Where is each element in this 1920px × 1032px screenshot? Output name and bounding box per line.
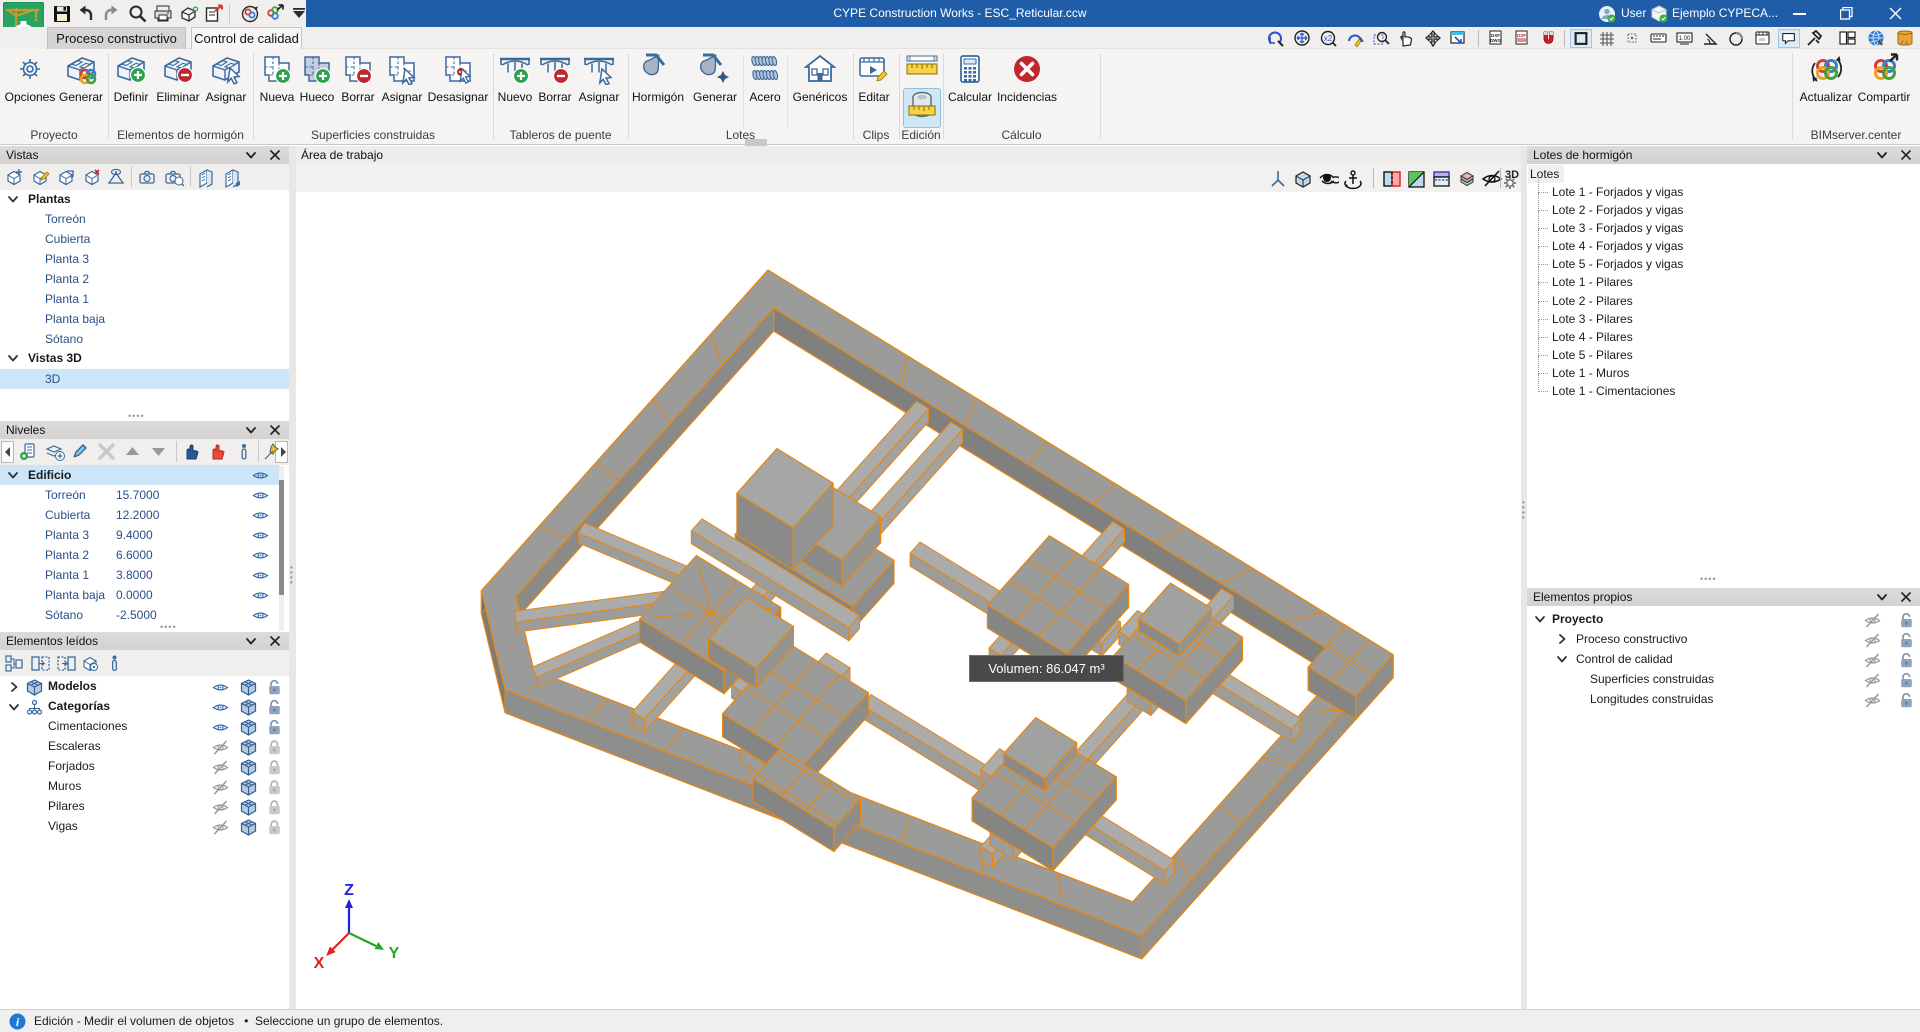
svg-text:DXF: DXF <box>1517 33 1526 38</box>
svg-text:DWG: DWG <box>1490 38 1501 43</box>
svg-text:X: X <box>314 955 325 972</box>
svg-text:Z: Z <box>344 882 354 899</box>
svg-text:Y: Y <box>389 945 400 962</box>
svg-text:1.00: 1.00 <box>1679 36 1691 42</box>
svg-text:x2: x2 <box>1324 34 1333 43</box>
